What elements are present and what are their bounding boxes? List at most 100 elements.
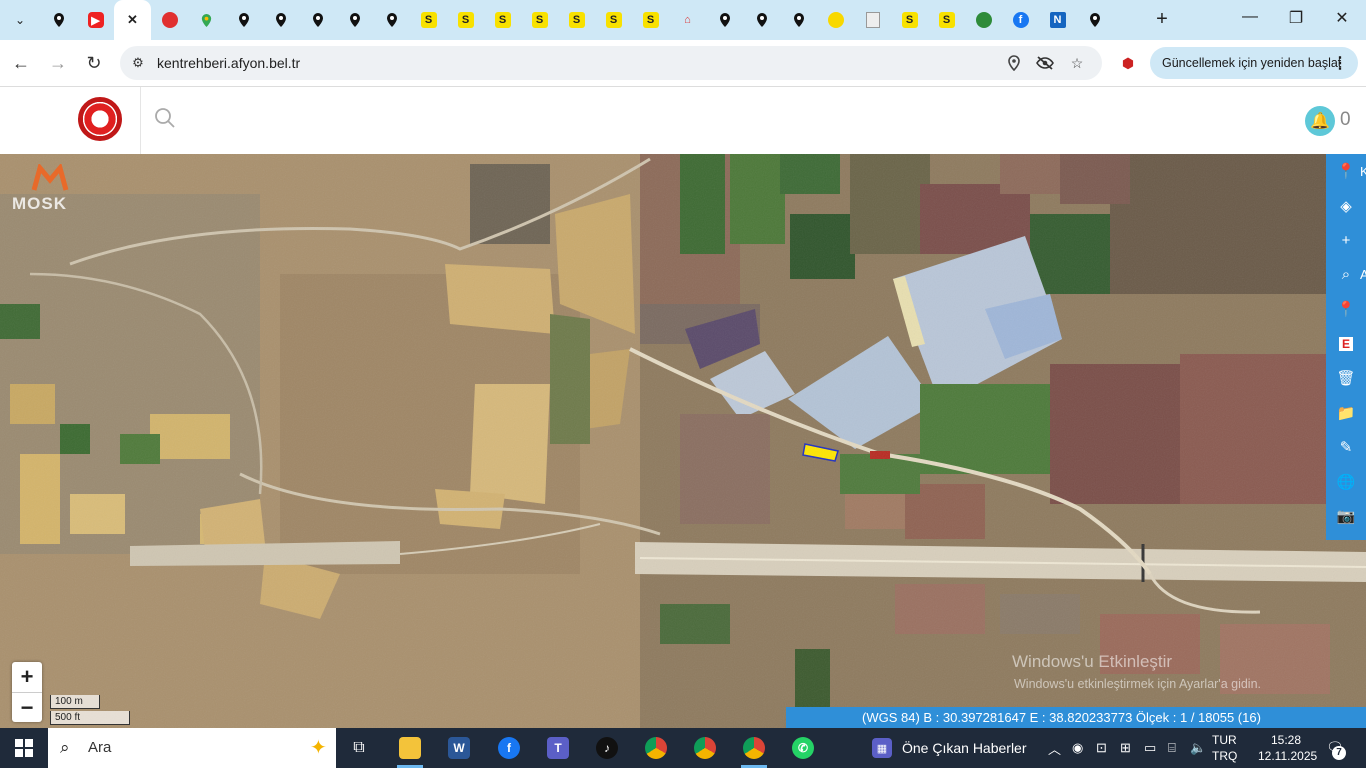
browser-tab[interactable] (780, 0, 817, 40)
browser-tab[interactable]: N (1039, 0, 1076, 40)
location-icon[interactable] (1005, 54, 1023, 72)
network-icon[interactable]: ⌸ (1168, 728, 1176, 768)
url-text[interactable]: kentrehberi.afyon.bel.tr (157, 55, 300, 71)
browser-tab[interactable] (817, 0, 854, 40)
taskbar-word[interactable]: W (436, 728, 482, 768)
minimize-button[interactable]: — (1230, 8, 1270, 26)
browser-tab[interactable]: S (595, 0, 632, 40)
maximize-button[interactable]: ❐ (1276, 8, 1316, 28)
map-tool-location-pin[interactable]: 📍 K (1326, 154, 1366, 189)
browser-tab[interactable] (743, 0, 780, 40)
browser-tab[interactable]: ▶ (77, 0, 114, 40)
taskbar-file-explorer[interactable] (387, 728, 433, 768)
map-pin-icon (791, 12, 807, 28)
forward-button[interactable]: → (47, 52, 69, 74)
map-tool-search[interactable]: ⌕ A (1326, 258, 1366, 293)
navigation-bar: ← → ↻ ⚙ kentrehberi.afyon.bel.tr ☆ ⬢ Gün… (0, 40, 1366, 87)
address-bar[interactable]: ⚙ kentrehberi.afyon.bel.tr ☆ (120, 46, 1102, 80)
battery-icon[interactable]: ▭ (1144, 728, 1156, 768)
task-view-button[interactable]: ⧉ (336, 728, 382, 768)
taskbar-search-box[interactable]: ⌕ Ara ✦ (48, 728, 336, 768)
clock[interactable]: 15:28 12.11.2025 (1258, 732, 1317, 764)
browser-tab[interactable]: ✕ (114, 0, 151, 40)
tray-device-icon[interactable]: ⊡ (1096, 728, 1107, 768)
browser-tab[interactable]: ⌂ (669, 0, 706, 40)
browser-tab[interactable]: f (1002, 0, 1039, 40)
zoom-in-button[interactable]: + (12, 662, 42, 692)
tray-security-icon[interactable]: ⊞ (1120, 728, 1131, 768)
zoom-out-button[interactable]: − (12, 692, 42, 723)
municipality-logo[interactable] (78, 97, 122, 141)
browser-tab[interactable]: S (521, 0, 558, 40)
map-tool-layers[interactable]: ◈ (1326, 189, 1366, 224)
browser-tab[interactable]: S (484, 0, 521, 40)
browser-tab[interactable] (373, 0, 410, 40)
update-label: Güncellemek için yeniden başlat (1162, 56, 1342, 70)
volume-icon[interactable]: 🔈 (1190, 728, 1206, 768)
reload-button[interactable]: ↻ (83, 52, 105, 74)
news-widget[interactable]: ▦ Öne Çıkan Haberler (872, 728, 1027, 768)
map-toolbar: 📍 K ◈ + ⌕ A 📍 E 🗑 📁 ✎ 🌐 📷 (1326, 154, 1366, 540)
map-pin-icon (51, 12, 67, 28)
map-tool-pencil[interactable]: ✎ (1326, 430, 1366, 465)
camera-icon: 📷 (1336, 508, 1356, 526)
browser-tab[interactable] (225, 0, 262, 40)
browser-tab[interactable] (706, 0, 743, 40)
tab-search-dropdown[interactable]: ⌄ (6, 6, 34, 34)
map-tool-e[interactable]: E (1326, 327, 1366, 362)
browser-tab[interactable] (40, 0, 77, 40)
taskbar-facebook[interactable]: f (486, 728, 532, 768)
show-hidden-icons[interactable]: ︿ (1048, 728, 1061, 768)
browser-tab[interactable] (336, 0, 373, 40)
keyboard-layout: TRQ (1212, 749, 1238, 763)
start-button[interactable] (0, 728, 48, 768)
browser-tab[interactable]: S (447, 0, 484, 40)
eye-off-icon[interactable] (1036, 54, 1054, 72)
taskbar-tiktok[interactable]: ♪ (584, 728, 630, 768)
s-icon: S (568, 12, 585, 28)
chrome-icon (694, 737, 716, 759)
globe-icon: 🌐 (1336, 473, 1356, 491)
map-tool-globe[interactable]: 🌐 (1326, 465, 1366, 500)
map-tool-plus[interactable]: + (1326, 223, 1366, 258)
taskbar-chrome-1[interactable] (633, 728, 679, 768)
language-indicator[interactable]: TUR TRQ (1212, 732, 1237, 764)
word-icon: W (448, 737, 470, 759)
taskbar-search-placeholder: Ara (88, 739, 112, 756)
taskbar-teams[interactable]: T (535, 728, 581, 768)
back-button[interactable]: ← (10, 52, 32, 74)
extension-icon[interactable]: ⬢ (1118, 53, 1138, 73)
taskbar-chrome-2[interactable] (682, 728, 728, 768)
close-window-button[interactable]: ✕ (1322, 8, 1362, 28)
taskbar-whatsapp[interactable]: ✆ (780, 728, 826, 768)
browser-tab[interactable]: S (558, 0, 595, 40)
bookmark-star-icon[interactable]: ☆ (1068, 54, 1086, 72)
browser-tab[interactable]: S (632, 0, 669, 40)
more-menu-icon[interactable]: ⋮ (1332, 53, 1348, 73)
browser-tab[interactable] (262, 0, 299, 40)
browser-tab[interactable] (151, 0, 188, 40)
google-maps-icon (199, 12, 215, 28)
home-icon: ⌂ (684, 14, 691, 26)
tray-antivirus-icon[interactable]: ◉ (1072, 728, 1083, 768)
browser-tab[interactable]: S (410, 0, 447, 40)
map-tool-location[interactable]: 📍 (1326, 292, 1366, 327)
browser-tab[interactable] (854, 0, 891, 40)
youtube-icon: ▶ (87, 12, 104, 28)
update-restart-button[interactable]: Güncellemek için yeniden başlat ⋮ (1150, 47, 1358, 79)
new-tab-button[interactable]: + (1150, 8, 1174, 31)
browser-tab[interactable] (1076, 0, 1113, 40)
satellite-map[interactable]: MOSK Windows'u Etkinleştir Windows'u etk… (0, 154, 1366, 728)
map-tool-camera[interactable]: 📷 (1326, 499, 1366, 534)
site-info-icon[interactable]: ⚙ (130, 55, 146, 71)
notification-bell-icon[interactable]: 🔔 (1305, 106, 1335, 136)
map-tool-trash[interactable]: 🗑 (1326, 361, 1366, 396)
taskbar-chrome-3[interactable] (731, 728, 777, 768)
browser-tab[interactable] (188, 0, 225, 40)
browser-tab[interactable]: S (928, 0, 965, 40)
browser-tab[interactable] (299, 0, 336, 40)
search-icon[interactable] (154, 107, 176, 129)
browser-tab[interactable]: S (891, 0, 928, 40)
map-tool-folder[interactable]: 📁 (1326, 396, 1366, 431)
browser-tab[interactable] (965, 0, 1002, 40)
